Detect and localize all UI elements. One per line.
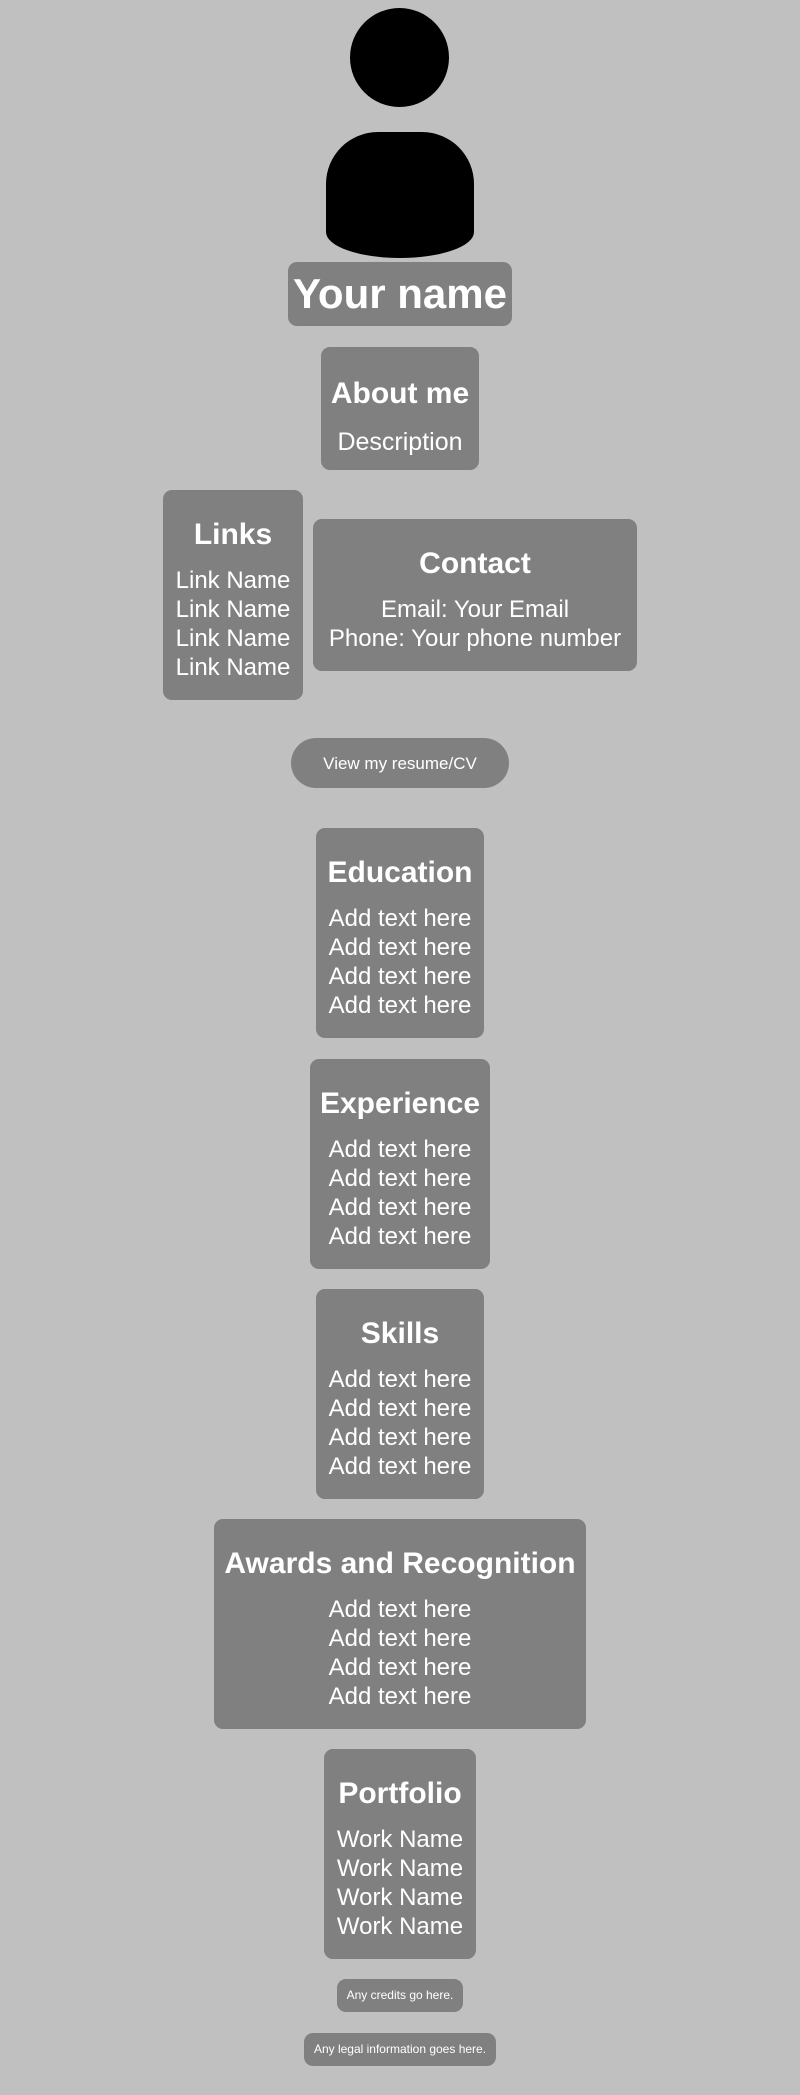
link-item[interactable]: Link Name — [163, 566, 303, 595]
portfolio-item[interactable]: Work Name — [324, 1854, 476, 1883]
avatar-body-icon — [326, 132, 474, 258]
experience-item: Add text here — [328, 1223, 472, 1250]
about-title: About me — [330, 377, 470, 410]
education-item: Add text here — [328, 992, 472, 1019]
avatar-head-icon — [350, 8, 449, 107]
view-resume-button[interactable]: View my resume/CV — [291, 738, 509, 788]
credits-footer: Any credits go here. — [337, 1979, 463, 2012]
awards-item: Add text here — [328, 1683, 472, 1710]
name-card: Your name — [288, 262, 512, 326]
skills-item: Add text here — [328, 1366, 472, 1393]
skills-item: Add text here — [328, 1424, 472, 1451]
education-item: Add text here — [328, 905, 472, 932]
about-card: About me Description — [321, 347, 479, 470]
portfolio-item[interactable]: Work Name — [324, 1825, 476, 1854]
links-title: Links — [193, 518, 273, 551]
experience-item: Add text here — [328, 1165, 472, 1192]
education-card: Education Add text here Add text here Ad… — [316, 828, 484, 1038]
awards-title: Awards and Recognition — [224, 1547, 576, 1580]
contact-email: Email: Your Email — [380, 596, 570, 623]
link-item[interactable]: Link Name — [163, 624, 303, 653]
experience-item: Add text here — [328, 1194, 472, 1221]
contact-phone: Phone: Your phone number — [328, 625, 622, 652]
legal-footer: Any legal information goes here. — [304, 2033, 496, 2066]
awards-item: Add text here — [328, 1596, 472, 1623]
skills-title: Skills — [360, 1317, 440, 1350]
awards-item: Add text here — [328, 1654, 472, 1681]
contact-card: Contact Email: Your Email Phone: Your ph… — [313, 519, 637, 671]
skills-item: Add text here — [328, 1453, 472, 1480]
education-title: Education — [327, 856, 473, 889]
portfolio-card: Portfolio Work Name Work Name Work Name … — [324, 1749, 476, 1959]
skills-item: Add text here — [328, 1395, 472, 1422]
portfolio-item[interactable]: Work Name — [324, 1883, 476, 1912]
links-card: Links Link Name Link Name Link Name Link… — [163, 490, 303, 700]
education-item: Add text here — [328, 963, 472, 990]
link-item[interactable]: Link Name — [163, 653, 303, 682]
link-item[interactable]: Link Name — [163, 595, 303, 624]
awards-item: Add text here — [328, 1625, 472, 1652]
skills-card: Skills Add text here Add text here Add t… — [316, 1289, 484, 1499]
experience-item: Add text here — [328, 1136, 472, 1163]
page-title: Your name — [293, 270, 507, 317]
education-item: Add text here — [328, 934, 472, 961]
about-description: Description — [337, 428, 463, 456]
experience-title: Experience — [319, 1087, 481, 1120]
experience-card: Experience Add text here Add text here A… — [310, 1059, 490, 1269]
portfolio-title: Portfolio — [338, 1777, 462, 1810]
portfolio-item[interactable]: Work Name — [324, 1912, 476, 1941]
contact-title: Contact — [419, 547, 531, 580]
awards-card: Awards and Recognition Add text here Add… — [214, 1519, 586, 1729]
